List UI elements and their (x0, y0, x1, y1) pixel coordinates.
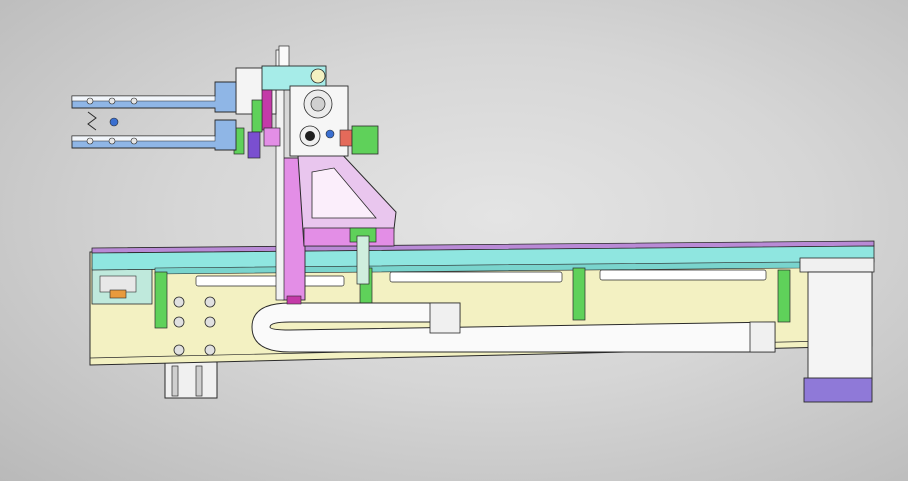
support-feet (164, 361, 218, 399)
cad-viewport[interactable] (0, 0, 908, 481)
drive-motor (799, 257, 875, 403)
linear-rail (91, 240, 875, 287)
cad-model-drawing[interactable] (0, 0, 908, 481)
gripper-fingers (71, 81, 237, 151)
gripper-head (233, 65, 379, 159)
